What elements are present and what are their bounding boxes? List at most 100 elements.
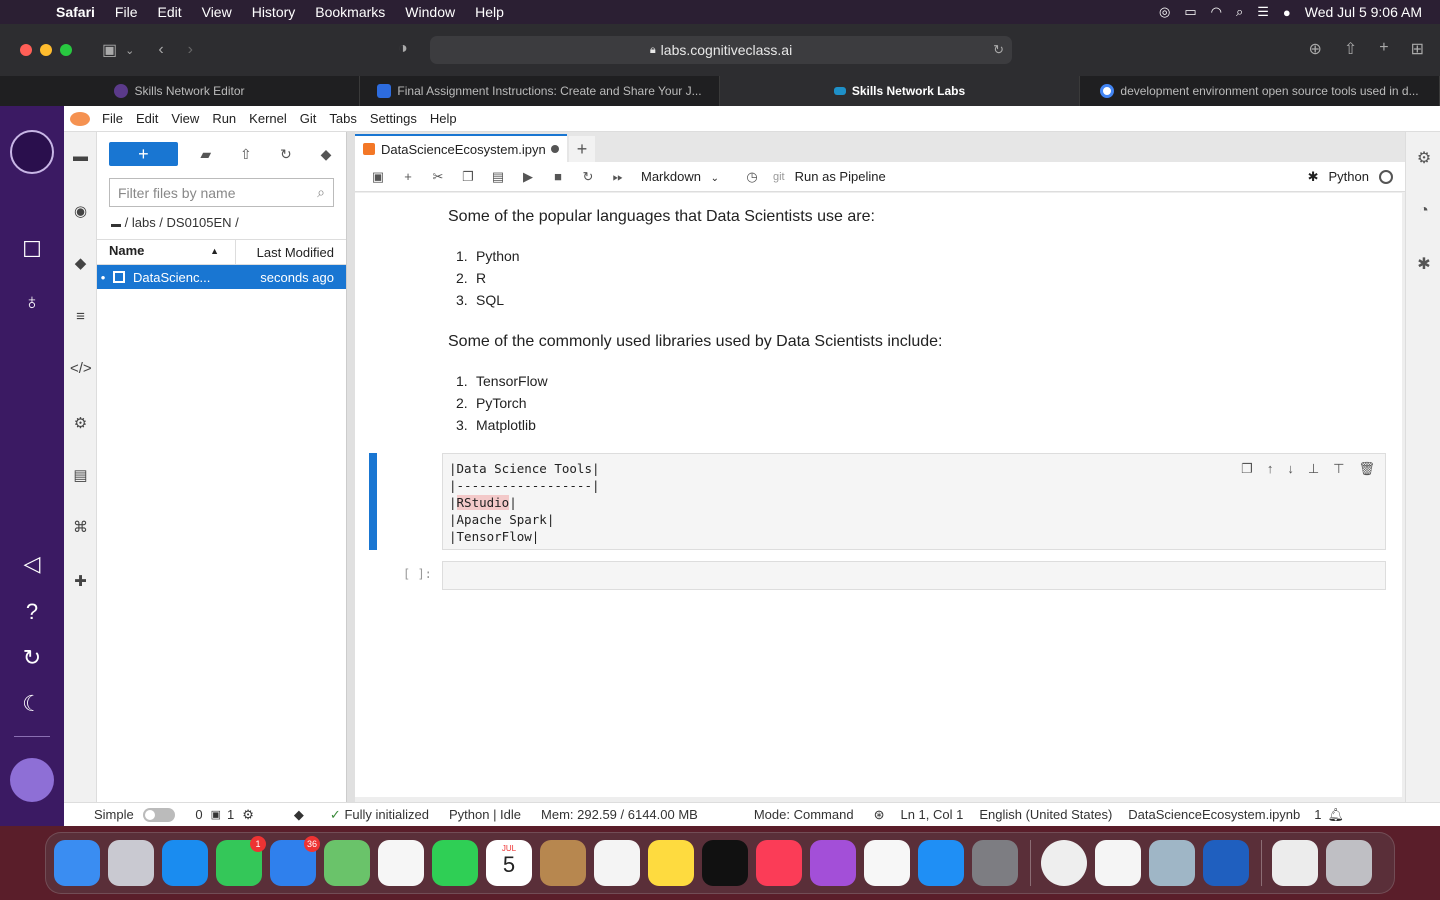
cut-icon[interactable]: ✂	[423, 169, 453, 185]
facetime-icon[interactable]	[432, 840, 478, 886]
news-icon[interactable]	[864, 840, 910, 886]
refresh-icon[interactable]: ↻	[266, 146, 306, 163]
messages-icon[interactable]: 1	[216, 836, 266, 886]
browser-tab-skills-labs[interactable]: Skills Network Labs	[720, 76, 1080, 106]
new-launcher-button[interactable]: +	[109, 142, 178, 166]
app-store-icon[interactable]	[918, 840, 964, 886]
reload-icon[interactable]: ↻	[993, 42, 1004, 58]
shield-icon[interactable]: ⊛	[874, 807, 885, 823]
debugger-bug-icon[interactable]: ✱	[1414, 254, 1434, 274]
terminal-icon[interactable]: ▣	[211, 808, 221, 821]
lightbulb-icon[interactable]: ♁	[18, 288, 46, 316]
menu-file[interactable]: File	[105, 4, 148, 20]
back-icon[interactable]: ‹	[158, 41, 163, 59]
restart-icon[interactable]: ↻	[573, 169, 603, 185]
cursor-position[interactable]: Ln 1, Col 1	[900, 807, 963, 822]
kernel-name[interactable]: Python	[1329, 169, 1369, 184]
table-of-contents-icon[interactable]: ≡	[70, 308, 91, 329]
minimize-window-button[interactable]	[40, 44, 52, 56]
close-window-button[interactable]	[20, 44, 32, 56]
safari-icon[interactable]	[162, 840, 208, 886]
kernel-count[interactable]: 1	[227, 807, 234, 822]
run-icon[interactable]: ▶	[513, 169, 543, 185]
delete-cell-icon[interactable]: 🗑︎	[1358, 460, 1375, 477]
puzzle-icon[interactable]: ✚	[70, 572, 91, 593]
calendar-icon[interactable]: JUL 5	[486, 840, 532, 886]
downloads-icon[interactable]: ⊕	[1308, 39, 1321, 59]
cell-type-dropdown[interactable]: Markdown ⌄	[641, 169, 737, 184]
panel-splitter[interactable]	[347, 132, 355, 802]
new-tab-icon[interactable]: +	[1379, 39, 1388, 59]
browser-tab-google[interactable]: development environment open source tool…	[1080, 76, 1440, 106]
code-snippets-icon[interactable]: </>	[70, 360, 92, 381]
stop-icon[interactable]: ■	[543, 169, 573, 184]
unsaved-indicator-icon[interactable]	[551, 145, 559, 153]
wifi-icon[interactable]: ◠	[1211, 4, 1222, 20]
running-sessions-icon[interactable]: ◉	[70, 202, 91, 223]
podcasts-icon[interactable]	[810, 840, 856, 886]
menu-app-name[interactable]: Safari	[56, 4, 105, 20]
extensions-icon[interactable]: ⌘	[70, 518, 91, 539]
skills-network-logo-icon[interactable]	[10, 130, 54, 174]
column-name-header[interactable]: Name ▲	[97, 239, 236, 265]
contacts-icon[interactable]	[540, 840, 586, 886]
maps-icon[interactable]	[324, 840, 370, 886]
launchpad-icon[interactable]	[108, 840, 154, 886]
reminders-icon[interactable]	[594, 840, 640, 886]
move-up-icon[interactable]: ↑	[1267, 460, 1274, 477]
share-icon[interactable]: ⇧	[1344, 39, 1357, 59]
jupyter-menu-file[interactable]: File	[102, 111, 133, 126]
fast-forward-icon[interactable]: ⏩︎	[603, 169, 633, 185]
git-icon[interactable]: ◆	[70, 254, 91, 275]
browser-tab-skills-editor[interactable]: Skills Network Editor	[0, 76, 360, 106]
new-folder-icon[interactable]: ▰	[186, 146, 226, 163]
breadcrumb-path[interactable]: / labs / DS0105EN /	[125, 215, 239, 230]
battery-icon[interactable]: ▭	[1184, 4, 1196, 20]
commands-icon[interactable]: ▤	[70, 466, 91, 487]
menu-view[interactable]: View	[192, 4, 242, 20]
markdown-cell-editor[interactable]: |Data Science Tools| |------------------…	[442, 453, 1386, 550]
mail-icon[interactable]: 36	[270, 836, 320, 886]
copy-icon[interactable]: ❐	[453, 169, 483, 185]
upload-icon[interactable]: ⇧	[226, 146, 266, 163]
kernel-status[interactable]: Python | Idle	[449, 807, 521, 822]
menu-edit[interactable]: Edit	[147, 4, 191, 20]
property-inspector-gear-icon[interactable]: ⚙	[1414, 148, 1434, 168]
jupyter-menu-settings[interactable]: Settings	[370, 111, 427, 126]
file-list-item[interactable]: • DataScienc... seconds ago	[97, 265, 346, 289]
system-preferences-icon[interactable]	[972, 840, 1018, 886]
jupyter-menu-tabs[interactable]: Tabs	[329, 111, 366, 126]
sidebar-toggle-icon[interactable]: ▣	[102, 40, 117, 60]
git-branch-icon[interactable]: ◆	[294, 807, 304, 823]
help-icon[interactable]: ?	[18, 598, 46, 626]
git-clone-icon[interactable]: ◆	[306, 146, 346, 163]
empty-code-cell[interactable]	[442, 561, 1386, 590]
insert-below-icon[interactable]: ⊥	[1308, 460, 1319, 477]
document-icon[interactable]	[1272, 840, 1318, 886]
forward-icon[interactable]: ›	[188, 41, 193, 59]
browser-tab-assignment[interactable]: Final Assignment Instructions: Create an…	[360, 76, 720, 106]
debugger-icon[interactable]: ✱	[1308, 169, 1319, 185]
menu-bookmarks[interactable]: Bookmarks	[305, 4, 395, 20]
chat-icon[interactable]: ☐	[18, 236, 46, 264]
save-icon[interactable]: ▣	[363, 169, 393, 185]
megaphone-icon[interactable]: ◁	[18, 550, 46, 578]
add-tab-button[interactable]: +	[569, 136, 595, 162]
zoom-window-button[interactable]	[60, 44, 72, 56]
property-inspector-icon[interactable]: ⚙	[70, 414, 91, 435]
menu-clock[interactable]: Wed Jul 5 9:06 AM	[1305, 4, 1422, 20]
jupyter-menu-view[interactable]: View	[171, 111, 209, 126]
git-status[interactable]: ✓ Fully initialized	[330, 807, 429, 823]
run-as-pipeline-button[interactable]: Run as Pipeline	[795, 169, 886, 184]
airdrop-icon[interactable]: ◎	[1159, 4, 1170, 20]
move-down-icon[interactable]: ↓	[1287, 460, 1294, 477]
dark-mode-moon-icon[interactable]: ☾	[18, 690, 46, 718]
paste-icon[interactable]: ▤	[483, 169, 513, 185]
git-label[interactable]: git	[773, 171, 785, 183]
vscode-icon[interactable]	[1095, 840, 1141, 886]
chevron-down-icon[interactable]: ⌄	[125, 44, 134, 57]
siri-icon[interactable]: ●	[1283, 5, 1291, 20]
notification-count[interactable]: 1	[1314, 807, 1321, 822]
sync-icon[interactable]: ↻	[18, 644, 46, 672]
photos-icon[interactable]	[378, 840, 424, 886]
